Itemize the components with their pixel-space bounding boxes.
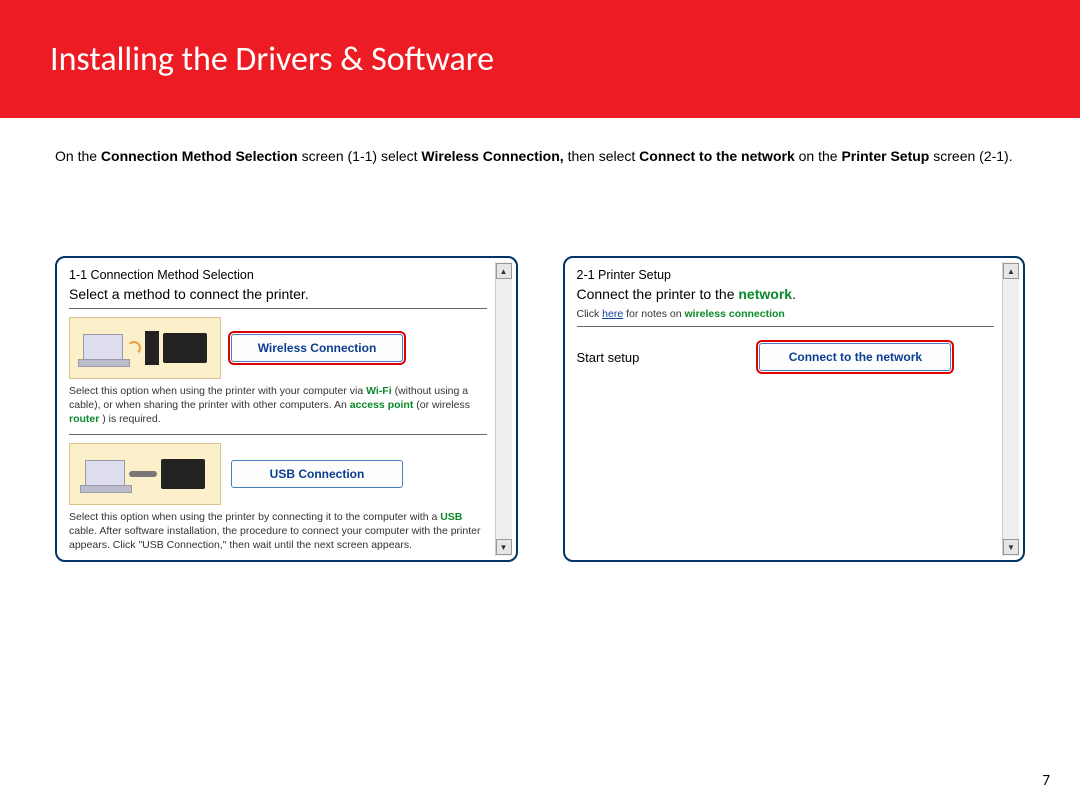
text-wifi: Wi-Fi bbox=[366, 385, 392, 397]
divider bbox=[577, 326, 995, 327]
laptop-icon bbox=[83, 334, 123, 362]
printer-icon bbox=[163, 333, 207, 363]
slide-header: Installing the Drivers & Software bbox=[0, 0, 1080, 118]
text-bold: Connection Method Selection bbox=[101, 148, 298, 164]
slide-title: Installing the Drivers & Software bbox=[50, 39, 494, 80]
panel2-title: 2-1 Printer Setup bbox=[577, 266, 995, 286]
scrollbar[interactable]: ▲ ▼ bbox=[495, 262, 512, 556]
text: On the bbox=[55, 148, 101, 164]
divider bbox=[69, 308, 487, 309]
usb-connection-button[interactable]: USB Connection bbox=[231, 460, 403, 488]
panel-printer-setup: 2-1 Printer Setup Connect the printer to… bbox=[563, 256, 1026, 562]
start-setup-row: Start setup Connect to the network bbox=[577, 333, 995, 371]
usb-description: Select this option when using the printe… bbox=[69, 507, 487, 560]
wifi-wave-icon bbox=[127, 341, 141, 355]
text: Select this option when using the printe… bbox=[69, 511, 440, 523]
printer-icon bbox=[161, 459, 205, 489]
text-usb: USB bbox=[440, 511, 462, 523]
panel-connection-method: 1-1 Connection Method Selection Select a… bbox=[55, 256, 518, 562]
panel2-line1: Connect the printer to the network. bbox=[577, 286, 995, 308]
text-bold: Connect to the network bbox=[639, 148, 795, 164]
divider bbox=[69, 434, 487, 435]
wireless-description: Select this option when using the printe… bbox=[69, 381, 487, 434]
panel1-instruction: Select a method to connect the printer. bbox=[69, 286, 487, 308]
scroll-down-icon[interactable]: ▼ bbox=[1003, 539, 1019, 555]
panel1-title: 1-1 Connection Method Selection bbox=[69, 266, 487, 286]
text-accesspoint: access point bbox=[350, 399, 414, 411]
text: . bbox=[792, 286, 796, 302]
text: ) is required. bbox=[102, 413, 160, 425]
usb-option-row: USB Connection bbox=[69, 441, 487, 507]
scrollbar[interactable]: ▲ ▼ bbox=[1002, 262, 1019, 556]
text: for notes on bbox=[623, 308, 684, 320]
text: Select this option when using the printe… bbox=[69, 385, 366, 397]
connect-to-network-button[interactable]: Connect to the network bbox=[759, 343, 951, 371]
wireless-connection-button[interactable]: Wireless Connection bbox=[231, 334, 403, 362]
text: Connect the printer to the bbox=[577, 286, 739, 302]
text-bold: Wireless Connection, bbox=[421, 148, 563, 164]
text: screen (2-1). bbox=[933, 148, 1012, 164]
text: screen (1-1) select bbox=[302, 148, 422, 164]
usb-illustration bbox=[69, 443, 221, 505]
cable-icon bbox=[129, 471, 157, 477]
here-link[interactable]: here bbox=[602, 308, 623, 320]
wireless-illustration bbox=[69, 317, 221, 379]
wireless-option-row: Wireless Connection bbox=[69, 315, 487, 381]
instruction-paragraph: On the Connection Method Selection scree… bbox=[0, 118, 1080, 166]
laptop-icon bbox=[85, 460, 125, 488]
text-router: router bbox=[69, 413, 99, 425]
scroll-up-icon[interactable]: ▲ bbox=[1003, 263, 1019, 279]
scroll-down-icon[interactable]: ▼ bbox=[496, 539, 512, 555]
text: (or wireless bbox=[416, 399, 470, 411]
text: cable. After software installation, the … bbox=[69, 525, 480, 551]
text-wireless-connection: wireless connection bbox=[684, 308, 784, 320]
text-bold: Printer Setup bbox=[841, 148, 929, 164]
scroll-up-icon[interactable]: ▲ bbox=[496, 263, 512, 279]
page-number: 7 bbox=[1042, 772, 1050, 790]
text: then select bbox=[568, 148, 640, 164]
text: on the bbox=[799, 148, 842, 164]
panel2-note: Click here for notes on wireless connect… bbox=[577, 308, 995, 326]
text-network: network bbox=[738, 286, 792, 302]
start-setup-label: Start setup bbox=[577, 350, 640, 365]
text: Click bbox=[577, 308, 603, 320]
router-icon bbox=[145, 331, 159, 365]
